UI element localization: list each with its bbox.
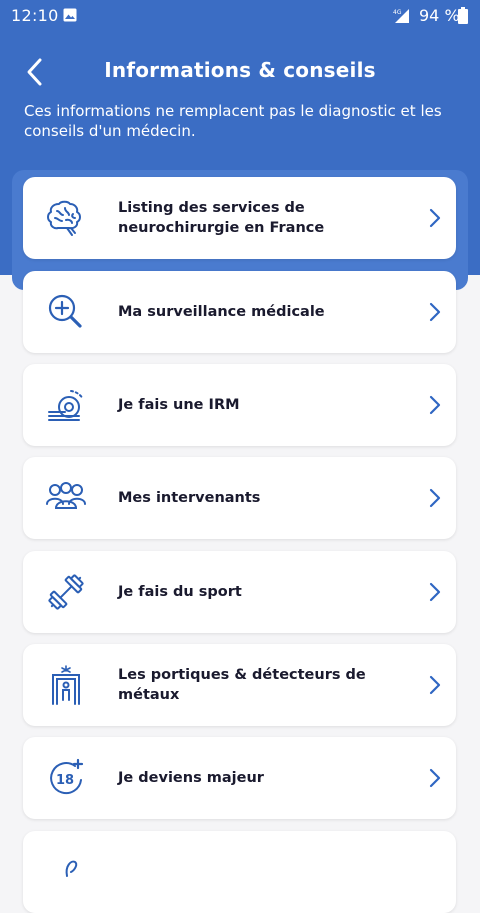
chevron-right-icon <box>428 675 442 695</box>
status-bar: 12:10 4G 94 % <box>0 0 480 30</box>
list-item-label: Ma surveillance médicale <box>118 304 325 320</box>
battery-icon <box>458 7 468 24</box>
image-notification-icon <box>63 8 77 22</box>
list-item-sport[interactable]: Je fais du sport <box>23 551 456 633</box>
status-time: 12:10 <box>11 6 59 25</box>
list-item-label: Je fais une IRM <box>118 397 240 413</box>
mri-scanner-icon <box>45 385 87 425</box>
list-item-medical-monitoring[interactable]: Ma surveillance médicale <box>23 271 456 353</box>
list-item-label: Listing des services de neurochirurgie e… <box>118 200 325 236</box>
page-title: Informations & conseils <box>104 58 376 82</box>
signal-icon: 4G <box>393 7 413 25</box>
age-18-plus-icon: 18 <box>45 758 87 798</box>
battery-percent: 94 % <box>419 6 460 25</box>
brain-icon <box>45 198 87 238</box>
svg-text:4G: 4G <box>393 9 402 16</box>
chevron-right-icon <box>428 395 442 415</box>
disclaimer-text: Ces informations ne remplacent pas le di… <box>24 102 442 140</box>
list-item-label: Mes intervenants <box>118 490 261 506</box>
magnifier-plus-icon <box>45 292 87 332</box>
list-item-partial[interactable] <box>23 831 456 913</box>
list-item-neurosurgery-services[interactable]: Listing des services de neurochirurgie e… <box>23 177 456 259</box>
list-item-caregivers[interactable]: Mes intervenants <box>23 457 456 539</box>
list-item-label: Je fais du sport <box>118 584 242 600</box>
chevron-right-icon <box>428 768 442 788</box>
chevron-right-icon <box>428 582 442 602</box>
partial-item-icon <box>45 852 87 892</box>
dumbbell-icon <box>45 572 87 612</box>
list-item-becoming-adult[interactable]: 18 Je deviens majeur <box>23 737 456 819</box>
chevron-right-icon <box>428 488 442 508</box>
list-item-metal-detectors[interactable]: Les portiques & détecteurs de métaux <box>23 644 456 726</box>
list-item-label: Je deviens majeur <box>118 770 264 786</box>
chevron-right-icon <box>428 208 442 228</box>
list-item-label: Les portiques & détecteurs de métaux <box>118 667 366 703</box>
chevron-right-icon <box>428 302 442 322</box>
people-group-icon <box>45 478 87 518</box>
list-item-mri[interactable]: Je fais une IRM <box>23 364 456 446</box>
metal-detector-gate-icon <box>45 665 87 705</box>
list-item-label <box>118 831 386 913</box>
svg-text:18: 18 <box>56 773 74 788</box>
